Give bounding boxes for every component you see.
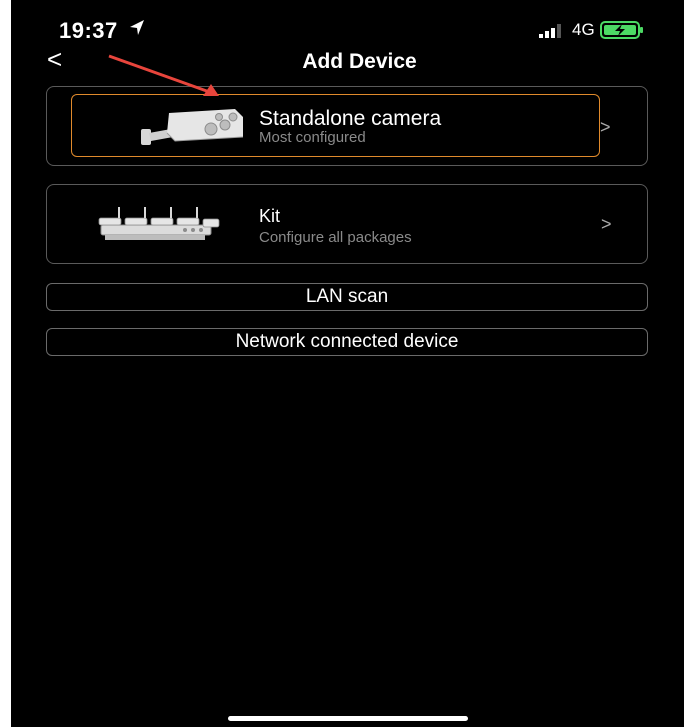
camera-image bbox=[141, 109, 244, 145]
location-arrow-icon bbox=[130, 20, 144, 35]
option-title: Standalone camera bbox=[259, 107, 442, 130]
lan-scan-button[interactable]: LAN scan bbox=[46, 283, 648, 311]
phone-screen: 19:37 4G < Add Device Standalone camera … bbox=[11, 0, 684, 727]
chevron-right-icon: > bbox=[601, 214, 612, 234]
option-subtitle: Configure all packages bbox=[259, 229, 412, 246]
home-indicator bbox=[228, 716, 468, 721]
signal-bars-icon bbox=[539, 24, 561, 38]
chevron-right-icon: > bbox=[600, 117, 611, 137]
annotation-arrow-icon bbox=[108, 54, 219, 96]
network-type: 4G bbox=[572, 20, 595, 39]
kit-option[interactable]: Kit Configure all packages > bbox=[46, 184, 648, 264]
battery-charging-icon bbox=[600, 21, 643, 39]
option-subtitle: Most configured bbox=[259, 129, 366, 146]
network-connected-device-button[interactable]: Network connected device bbox=[46, 328, 648, 356]
option-title: Kit bbox=[259, 206, 281, 226]
camera-kit-image bbox=[98, 207, 220, 240]
